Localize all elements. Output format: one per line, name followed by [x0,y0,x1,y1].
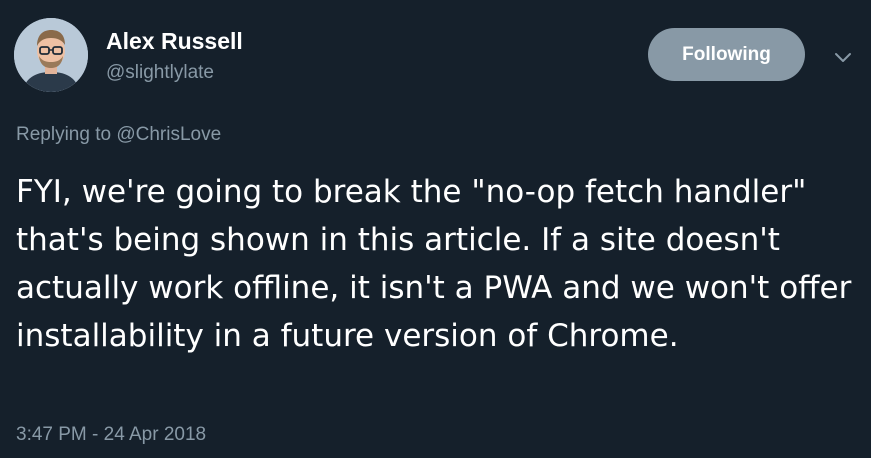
author-display-name[interactable]: Alex Russell [106,28,243,55]
replying-to-prefix: Replying to [16,124,117,145]
avatar[interactable] [14,18,88,92]
author-handle[interactable]: @slightlylate [106,62,214,84]
tweet-timestamp[interactable]: 3:47 PM - 24 Apr 2018 [16,424,206,446]
tweet-text: FYI, we're going to break the "no-op fet… [16,174,852,354]
avatar-image [14,18,88,92]
replying-to-line: Replying to @ChrisLove [16,124,221,146]
following-button[interactable]: Following [648,28,805,81]
chevron-down-icon[interactable] [830,44,856,70]
reply-mention-link[interactable]: @ChrisLove [116,124,221,145]
tweet-card: Alex Russell @slightlylate Following Rep… [0,0,871,458]
